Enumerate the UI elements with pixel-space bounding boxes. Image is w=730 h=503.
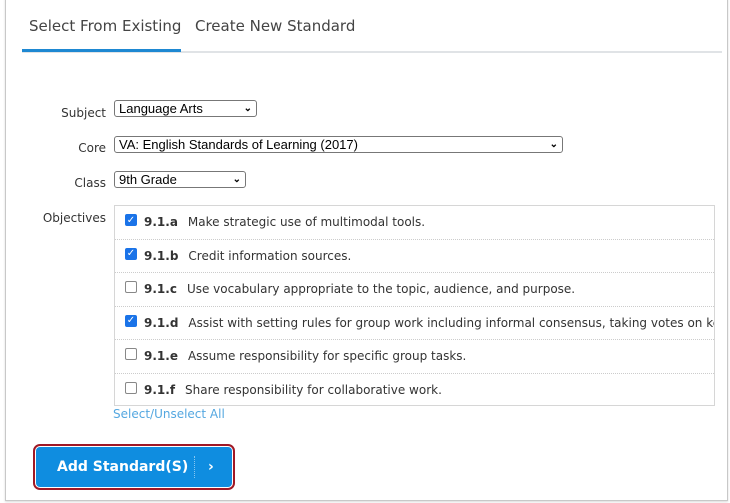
tab-bar: Select From Existing Create New Standard (22, 0, 722, 53)
objectives-label: Objectives (42, 211, 106, 225)
button-divider (194, 456, 196, 478)
objective-row: 9.1.f Share responsibility for collaborat… (115, 374, 714, 408)
objective-text: Use vocabulary appropriate to the topic,… (186, 282, 576, 297)
chevron-down-icon: ⌄ (243, 103, 252, 114)
class-label: Class (74, 176, 106, 190)
subject-select[interactable]: Language Arts ⌄ (114, 100, 257, 117)
objective-row: ✓ 9.1.a Make strategic use of multimodal t… (115, 206, 714, 240)
objective-checkbox[interactable] (125, 382, 137, 395)
objective-row: ✓ 9.1.d Assist with setting rules for grou… (115, 307, 714, 340)
objective-text: Make strategic use of multimodal tools. (187, 215, 426, 230)
objective-checkbox[interactable]: ✓ (125, 214, 137, 227)
class-value: 9th Grade (119, 172, 177, 187)
objectives-list: ✓ 9.1.a Make strategic use of multimodal t… (114, 205, 715, 406)
button-highlight: Add Standard(S) › (33, 444, 235, 490)
chevron-right-icon: › (208, 459, 214, 475)
objective-text: Assume responsibility for specific group… (187, 349, 467, 364)
objective-code: 9.1.b (144, 248, 179, 263)
objective-checkbox[interactable]: ✓ (125, 314, 137, 327)
objective-code: 9.1.d (144, 315, 179, 330)
core-label: Core (78, 141, 106, 155)
add-standards-label: Add Standard(S) (57, 459, 189, 475)
subject-value: Language Arts (119, 101, 203, 116)
class-select[interactable]: 9th Grade ⌄ (114, 171, 246, 188)
objective-code: 9.1.a (144, 215, 178, 230)
add-standards-button[interactable]: Add Standard(S) › (36, 447, 232, 487)
objective-text: Share responsibility for collaborative w… (185, 383, 442, 398)
select-unselect-all-link[interactable]: Select/Unselect All (113, 407, 225, 421)
objective-row: ✓ 9.1.b Credit information sources. (115, 240, 714, 273)
objective-code: 9.1.f (144, 383, 176, 398)
objective-row: 9.1.c Use vocabulary appropriate to the t… (115, 273, 714, 307)
tab-create-new-standard[interactable]: Create New Standard (195, 17, 355, 35)
objective-code: 9.1.c (144, 282, 177, 297)
chevron-down-icon: ⌄ (232, 174, 241, 185)
tab-select-from-existing[interactable]: Select From Existing (29, 17, 181, 35)
objective-checkbox[interactable] (125, 348, 137, 361)
objective-text: Assist with setting rules for group work… (188, 315, 714, 330)
core-select[interactable]: VA: English Standards of Learning (2017)… (114, 136, 563, 153)
core-value: VA: English Standards of Learning (2017) (119, 137, 358, 152)
objective-code: 9.1.e (144, 349, 178, 364)
chevron-down-icon: ⌄ (549, 139, 558, 150)
objective-text: Credit information sources. (188, 248, 352, 263)
objective-checkbox[interactable]: ✓ (125, 247, 137, 260)
active-tab-indicator (22, 49, 181, 52)
objective-checkbox[interactable] (125, 281, 137, 294)
subject-label: Subject (61, 106, 106, 120)
objective-row: 9.1.e Assume responsibility for specific … (115, 340, 714, 374)
